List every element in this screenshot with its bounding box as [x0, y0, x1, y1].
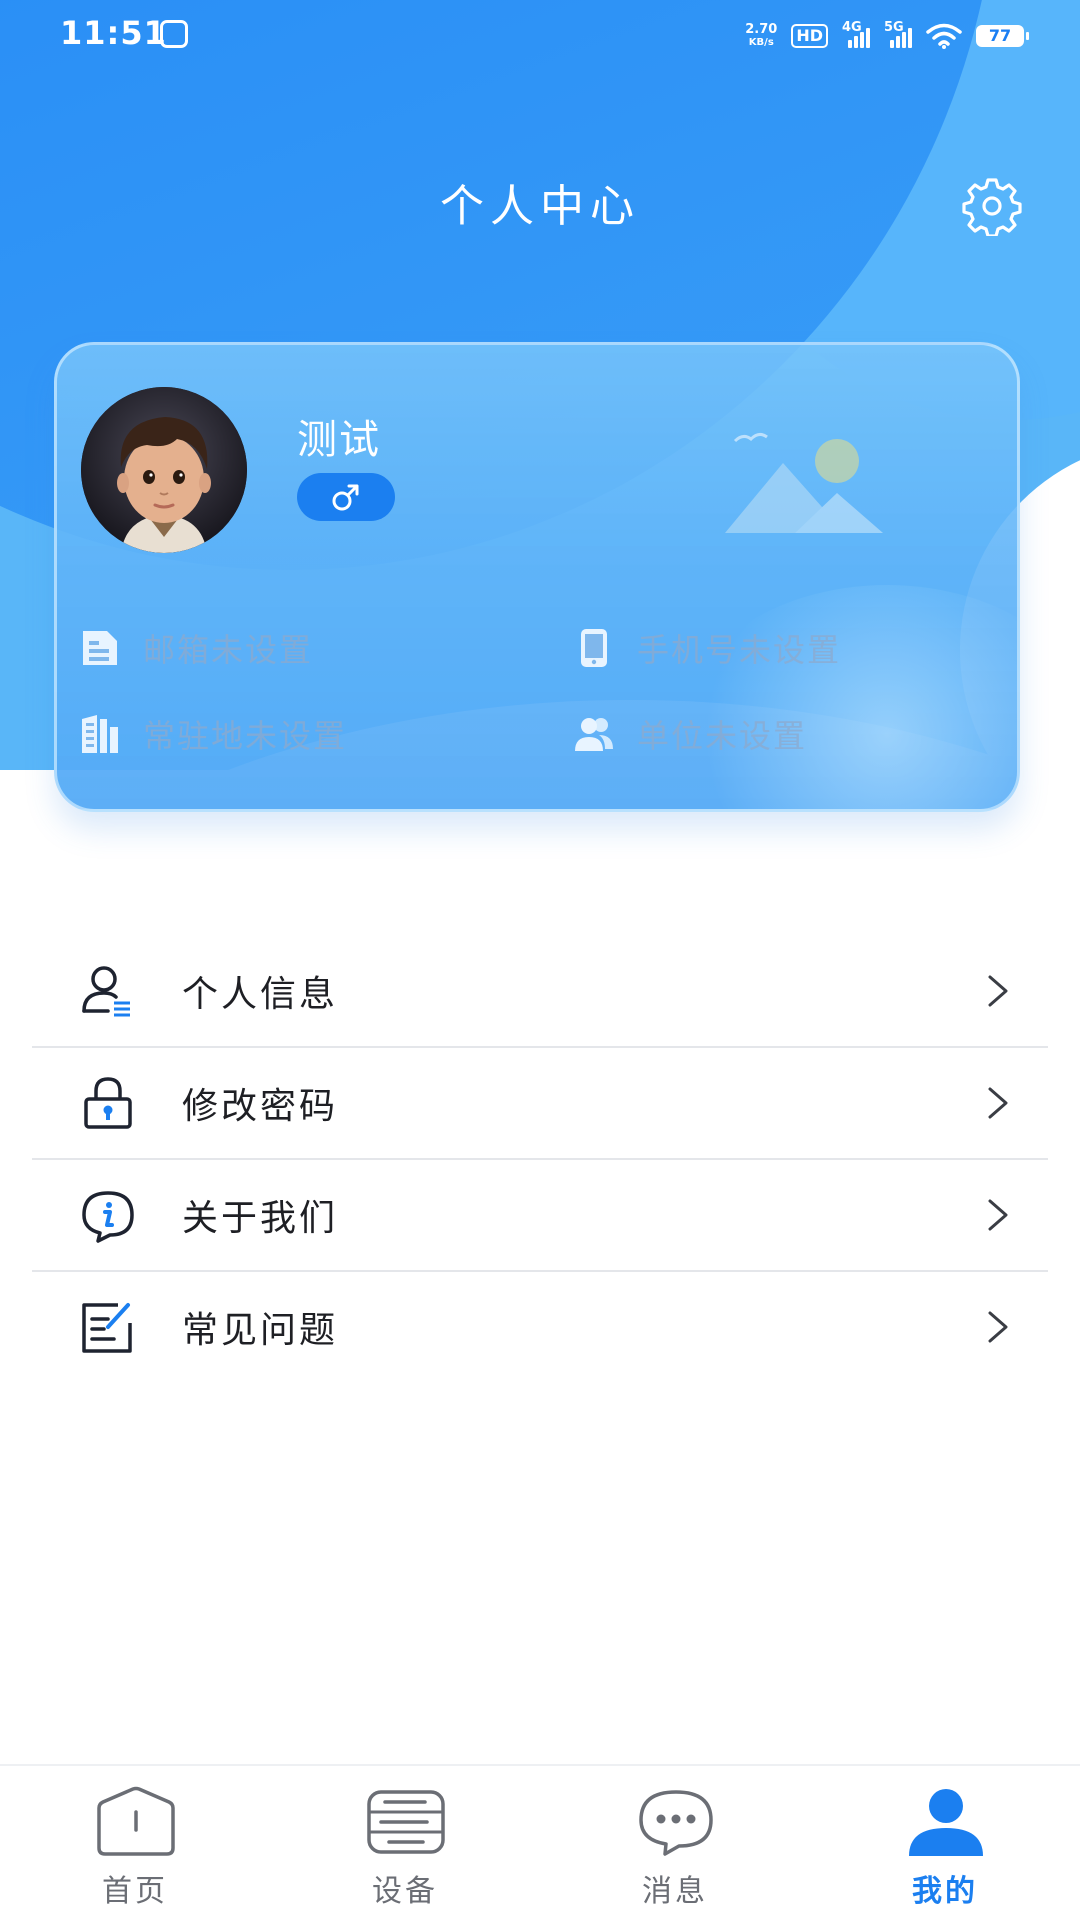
- menu-item-faq[interactable]: 常见问题: [32, 1272, 1048, 1382]
- profile-card[interactable]: 测试 邮箱未设置 手机号未设置 常驻地未设置 单位未设置: [54, 342, 1020, 812]
- menu-list: 个人信息 修改密码 关于我们 常见问题: [32, 936, 1048, 1382]
- chevron-right-icon: [988, 1199, 1008, 1231]
- menu-label: 个人信息: [182, 974, 339, 1015]
- phone-icon: [581, 629, 607, 667]
- faq-edit-icon: [82, 1303, 132, 1353]
- menu-label: 常见问题: [182, 1310, 339, 1351]
- battery-icon: 77: [976, 25, 1029, 47]
- wifi-icon: [926, 23, 962, 49]
- landscape-icon: [725, 432, 883, 533]
- chevron-right-icon: [988, 975, 1008, 1007]
- user-name: 测试: [297, 417, 381, 463]
- sim1-signal-icon: 4G: [842, 20, 870, 48]
- chevron-right-icon: [988, 1311, 1008, 1343]
- gear-icon[interactable]: [962, 176, 1022, 236]
- menu-item-change-password[interactable]: 修改密码: [32, 1048, 1048, 1160]
- nav-mine[interactable]: 我的: [810, 1766, 1080, 1922]
- email-status: 邮箱未设置: [143, 631, 314, 669]
- status-time: 11:51: [60, 14, 167, 52]
- message-icon: [639, 1790, 713, 1856]
- email-icon: [83, 631, 117, 665]
- phone-status: 手机号未设置: [637, 631, 842, 669]
- residence-row[interactable]: 常驻地未设置: [79, 709, 347, 759]
- avatar[interactable]: [81, 387, 247, 553]
- chevron-right-icon: [988, 1087, 1008, 1119]
- hd-badge: HD: [791, 24, 828, 48]
- menu-item-about-us[interactable]: 关于我们: [32, 1160, 1048, 1272]
- network-speed: 2.70 KB/s: [745, 22, 778, 48]
- nav-device[interactable]: 设备: [270, 1766, 540, 1922]
- organization-status: 单位未设置: [637, 717, 808, 755]
- person-icon: [909, 1789, 983, 1856]
- nav-label: 设备: [372, 1874, 438, 1909]
- organization-row[interactable]: 单位未设置: [573, 709, 807, 759]
- nav-label: 我的: [912, 1874, 978, 1909]
- nav-messages[interactable]: 消息: [540, 1766, 810, 1922]
- device-icon: [367, 1790, 445, 1854]
- menu-label: 修改密码: [182, 1086, 339, 1127]
- sim2-signal-icon: 5G: [884, 20, 912, 48]
- residence-status: 常驻地未设置: [143, 717, 348, 755]
- status-bar: 11:51 2.70 KB/s HD 4G 5G 77: [0, 0, 1080, 72]
- lock-icon: [84, 1077, 132, 1129]
- phone-row[interactable]: 手机号未设置: [573, 623, 841, 673]
- page-title: 个人中心: [440, 181, 640, 232]
- address-book-icon: [82, 715, 118, 753]
- nav-home[interactable]: 首页: [0, 1766, 270, 1922]
- email-row[interactable]: 邮箱未设置: [79, 623, 313, 673]
- home-icon: [97, 1786, 175, 1856]
- menu-item-personal-info[interactable]: 个人信息: [32, 936, 1048, 1048]
- users-icon: [575, 718, 613, 751]
- gender-badge: [297, 473, 395, 521]
- bottom-nav: 首页 设备 消息 我的: [0, 1764, 1080, 1922]
- menu-label: 关于我们: [182, 1198, 339, 1239]
- info-bubble-icon: [82, 1191, 134, 1243]
- nav-label: 消息: [642, 1874, 708, 1909]
- nav-label: 首页: [102, 1874, 168, 1909]
- user-info-icon: [82, 966, 130, 1017]
- male-icon: [332, 484, 359, 511]
- notification-app-icon: [160, 20, 188, 48]
